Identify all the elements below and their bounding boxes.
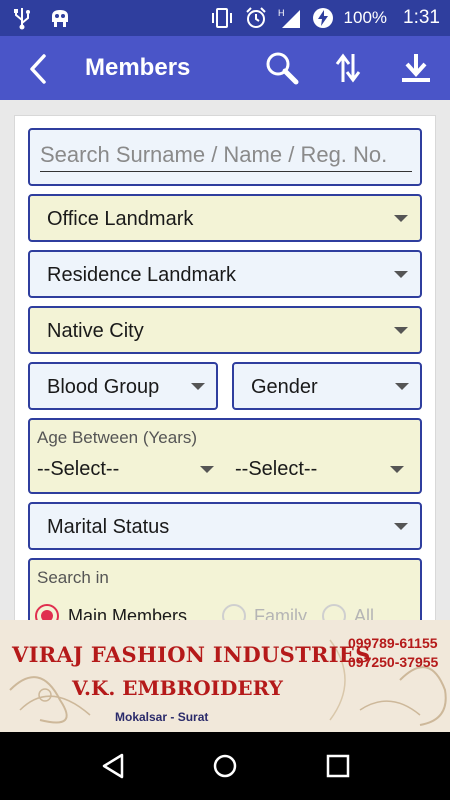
search-input[interactable] — [40, 138, 412, 172]
search-icon[interactable] — [264, 50, 300, 86]
download-icon[interactable] — [398, 50, 434, 86]
ad-phone-1: 099789-61155 — [348, 635, 438, 651]
chevron-down-icon — [394, 327, 408, 334]
system-nav-bar — [0, 732, 450, 800]
vibrate-icon — [210, 7, 234, 29]
back-arrow-icon[interactable] — [22, 52, 56, 86]
sort-icon[interactable] — [331, 50, 367, 86]
battery-percent: 100% — [343, 8, 388, 27]
radio-family-label: Family — [254, 606, 307, 620]
blood-group-label: Blood Group — [47, 376, 160, 398]
chevron-down-icon — [395, 383, 409, 390]
age-between-label: Age Between (Years) — [37, 428, 198, 447]
battery-charging-icon — [312, 7, 334, 29]
signal-icon: H — [278, 7, 302, 29]
status-bar: H 100% 1:31 — [0, 0, 450, 36]
ad-phone-2: 097250-37955 — [348, 654, 439, 670]
radio-family[interactable] — [222, 604, 246, 620]
radio-all-label: All — [354, 606, 375, 620]
ad-location: Mokalsar - Surat — [115, 710, 209, 724]
alarm-icon — [244, 7, 268, 29]
filter-form-area: Office Landmark Residence Landmark Nativ… — [0, 100, 450, 620]
app-bar: Members — [0, 36, 450, 100]
chevron-down-icon — [394, 215, 408, 222]
marital-status-dropdown[interactable]: Marital Status — [28, 502, 422, 550]
office-landmark-dropdown[interactable]: Office Landmark — [28, 194, 422, 242]
search-in-group: Search in Main Members Family All — [28, 558, 422, 620]
blood-group-dropdown[interactable]: Blood Group — [28, 362, 218, 410]
native-city-dropdown[interactable]: Native City — [28, 306, 422, 354]
age-from-dropdown[interactable]: --Select-- — [30, 454, 222, 490]
office-landmark-label: Office Landmark — [47, 208, 194, 230]
usb-icon — [12, 6, 32, 30]
ad-brand-name: V.K. EMBROIDERY — [72, 676, 283, 700]
gender-label: Gender — [251, 376, 318, 398]
nav-home-icon[interactable] — [211, 752, 239, 780]
marital-status-label: Marital Status — [47, 516, 170, 538]
network-type-label: H — [278, 8, 285, 18]
age-between-group: Age Between (Years) --Select-- --Select-… — [28, 418, 422, 494]
ad-company-name: VIRAJ FASHION INDUSTRIES — [12, 642, 371, 667]
search-in-label: Search in — [37, 568, 109, 587]
radio-all[interactable] — [322, 604, 346, 620]
chevron-down-icon — [390, 466, 404, 473]
residence-landmark-label: Residence Landmark — [47, 264, 236, 286]
android-debug-icon — [48, 6, 72, 30]
radio-main-members[interactable] — [35, 604, 59, 620]
chevron-down-icon — [394, 271, 408, 278]
nav-back-icon[interactable] — [100, 752, 128, 780]
gender-dropdown[interactable]: Gender — [232, 362, 422, 410]
filter-card: Office Landmark Residence Landmark Nativ… — [14, 115, 436, 620]
age-to-dropdown[interactable]: --Select-- — [228, 454, 420, 490]
ad-banner[interactable]: VIRAJ FASHION INDUSTRIES V.K. EMBROIDERY… — [0, 620, 450, 732]
clock: 1:31 — [403, 7, 440, 28]
native-city-label: Native City — [47, 320, 144, 342]
search-field — [28, 128, 422, 186]
chevron-down-icon — [191, 383, 205, 390]
nav-recents-icon[interactable] — [324, 752, 352, 780]
chevron-down-icon — [200, 466, 214, 473]
radio-main-members-label: Main Members — [68, 606, 188, 620]
residence-landmark-dropdown[interactable]: Residence Landmark — [28, 250, 422, 298]
age-from-value: --Select-- — [37, 458, 120, 480]
page-title: Members — [85, 54, 191, 81]
chevron-down-icon — [394, 523, 408, 530]
age-to-value: --Select-- — [235, 458, 318, 480]
